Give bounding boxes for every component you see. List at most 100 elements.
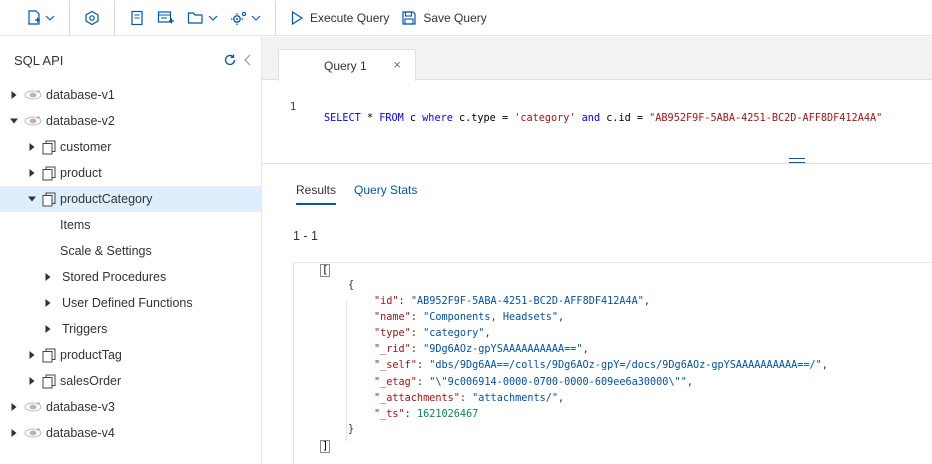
query-token: * (360, 113, 380, 124)
code-line: 1 SELECT * FROM c where c.type = 'catego… (262, 91, 882, 135)
collapsed-caret-icon[interactable] (26, 375, 38, 387)
save-icon (402, 10, 416, 25)
tree-item-label: Items (60, 218, 91, 232)
tree-item-user-defined-functions[interactable]: User Defined Functions (0, 290, 261, 316)
tree-item-items[interactable]: Items (0, 212, 261, 238)
collapsed-caret-icon[interactable] (42, 323, 54, 335)
tree-item-label: Stored Procedures (62, 270, 167, 284)
save-query-label: Save Query (423, 10, 487, 25)
play-icon (291, 10, 304, 25)
query-token: c (403, 113, 423, 124)
chevron-down-icon (208, 15, 218, 21)
collapsed-caret-icon[interactable] (26, 141, 38, 153)
tree-item-triggers[interactable]: Triggers (0, 316, 261, 342)
json-text: : (410, 344, 424, 356)
execute-query-label: Execute Query (310, 10, 390, 25)
new-sql-query-button[interactable] (151, 0, 181, 36)
tree-item-label: database-v3 (46, 400, 115, 414)
json-value: "AB952F9F-5ABA-4251-BC2D-AFF8DF412A4A" (410, 296, 644, 307)
json-key: "_rid" (374, 344, 411, 356)
query-text[interactable]: SELECT * FROM c where c.type = 'category… (324, 113, 882, 124)
expanded-caret-icon[interactable] (26, 193, 38, 205)
json-value: "dbs/9Dg6AA==/colls/9Dg6AOz-gpY=/docs/9D… (429, 360, 822, 372)
collapsed-caret-icon[interactable] (8, 427, 20, 439)
json-field: "id": "AB952F9F-5ABA-4251-BC2D-AFF8DF412… (374, 296, 650, 307)
json-value: 1621026467 (416, 408, 479, 420)
result-range: 1 - 1 (293, 229, 319, 243)
json-value: "Components, Headsets" (423, 312, 559, 324)
cosmos-icon (85, 10, 99, 25)
resource-tree-header: SQL API (0, 37, 261, 83)
database-icon (24, 88, 42, 102)
tree-item-database-v3[interactable]: database-v3 (0, 394, 261, 420)
collapsed-caret-icon[interactable] (42, 297, 54, 309)
tree-item-label: productTag (60, 348, 122, 362)
query-token: and (581, 113, 601, 124)
json-field: "name": "Components, Headsets", (374, 312, 564, 323)
open-query-button[interactable] (181, 0, 224, 36)
tree-item-label: User Defined Functions (62, 296, 193, 310)
open-full-screen-button[interactable] (78, 0, 106, 36)
collapsed-caret-icon[interactable] (8, 401, 20, 413)
tree-item-productcategory[interactable]: productCategory (0, 186, 261, 212)
toolbar-divider (275, 0, 276, 35)
save-query-button[interactable]: Save Query (395, 0, 492, 36)
collapsed-caret-icon[interactable] (26, 167, 38, 179)
query-token: 'category' (514, 113, 576, 124)
new-container-icon (28, 9, 40, 25)
json-value: "\"9c006914-0000-0700-0000-609ee6a30000\… (429, 376, 687, 388)
tree-item-customer[interactable]: customer (0, 134, 261, 160)
settings-menu-button[interactable] (224, 0, 267, 36)
json-comma: , (643, 296, 651, 307)
collapsed-caret-icon[interactable] (26, 349, 38, 361)
json-key: "type" (374, 328, 411, 340)
json-text: : (404, 408, 417, 420)
json-field: "_etag": "\"9c006914-0000-0700-0000-609e… (374, 377, 693, 388)
tree-item-scale-settings[interactable]: Scale & Settings (0, 238, 261, 264)
json-brace: { (348, 280, 355, 291)
new-notebook-button[interactable] (123, 0, 151, 36)
tree-item-producttag[interactable]: productTag (0, 342, 261, 368)
pane-splitter[interactable] (262, 163, 932, 164)
tree-item-database-v4[interactable]: database-v4 (0, 420, 261, 446)
tab-query-1[interactable]: Query 1 × (278, 49, 416, 81)
json-key: "name" (374, 312, 411, 324)
json-key: "_etag" (374, 376, 417, 388)
json-key: "_self" (374, 360, 417, 372)
tab-query-stats[interactable]: Query Stats (354, 183, 417, 205)
collapsed-caret-icon[interactable] (8, 89, 20, 101)
gear-icon (231, 11, 247, 25)
expanded-caret-icon[interactable] (8, 115, 20, 127)
container-icon (42, 374, 56, 389)
refresh-icon[interactable] (223, 53, 237, 67)
tree-item-label: productCategory (60, 192, 153, 206)
json-text: : (459, 392, 473, 404)
tree-item-label: Triggers (62, 322, 108, 336)
json-close-brace: } (348, 424, 354, 435)
tree-item-stored-procedures[interactable]: Stored Procedures (0, 264, 261, 290)
collapse-panel-icon[interactable] (243, 53, 253, 67)
json-comma: , (484, 328, 491, 340)
query-editor[interactable]: 1 SELECT * FROM c where c.type = 'catego… (262, 81, 932, 163)
tab-results[interactable]: Results (296, 183, 337, 205)
json-text: : (416, 360, 430, 372)
collapsed-caret-icon[interactable] (42, 271, 54, 283)
json-comma: , (686, 376, 693, 388)
close-icon[interactable]: × (393, 57, 401, 72)
tree-item-product[interactable]: product (0, 160, 261, 186)
splitter-grip-icon[interactable] (789, 158, 805, 166)
json-value: "attachments/" (472, 392, 559, 404)
tab-label: Query 1 (324, 58, 367, 73)
execute-query-button[interactable]: Execute Query (284, 0, 395, 36)
result-tabs: Results Query Stats (296, 183, 417, 205)
tree-item-label: salesOrder (60, 374, 122, 388)
tree-item-label: database-v2 (46, 114, 115, 128)
new-container-button[interactable] (20, 0, 61, 36)
tree-item-database-v2[interactable]: database-v2 (0, 108, 261, 134)
tree-item-salesorder[interactable]: salesOrder (0, 368, 261, 394)
tree-item-database-v1[interactable]: database-v1 (0, 82, 261, 108)
json-comma: , (558, 312, 565, 324)
query-token: SELECT (324, 113, 361, 124)
results-json-viewer[interactable]: [{"id": "AB952F9F-5ABA-4251-BC2D-AFF8DF4… (293, 262, 932, 464)
json-comma: , (582, 344, 589, 356)
